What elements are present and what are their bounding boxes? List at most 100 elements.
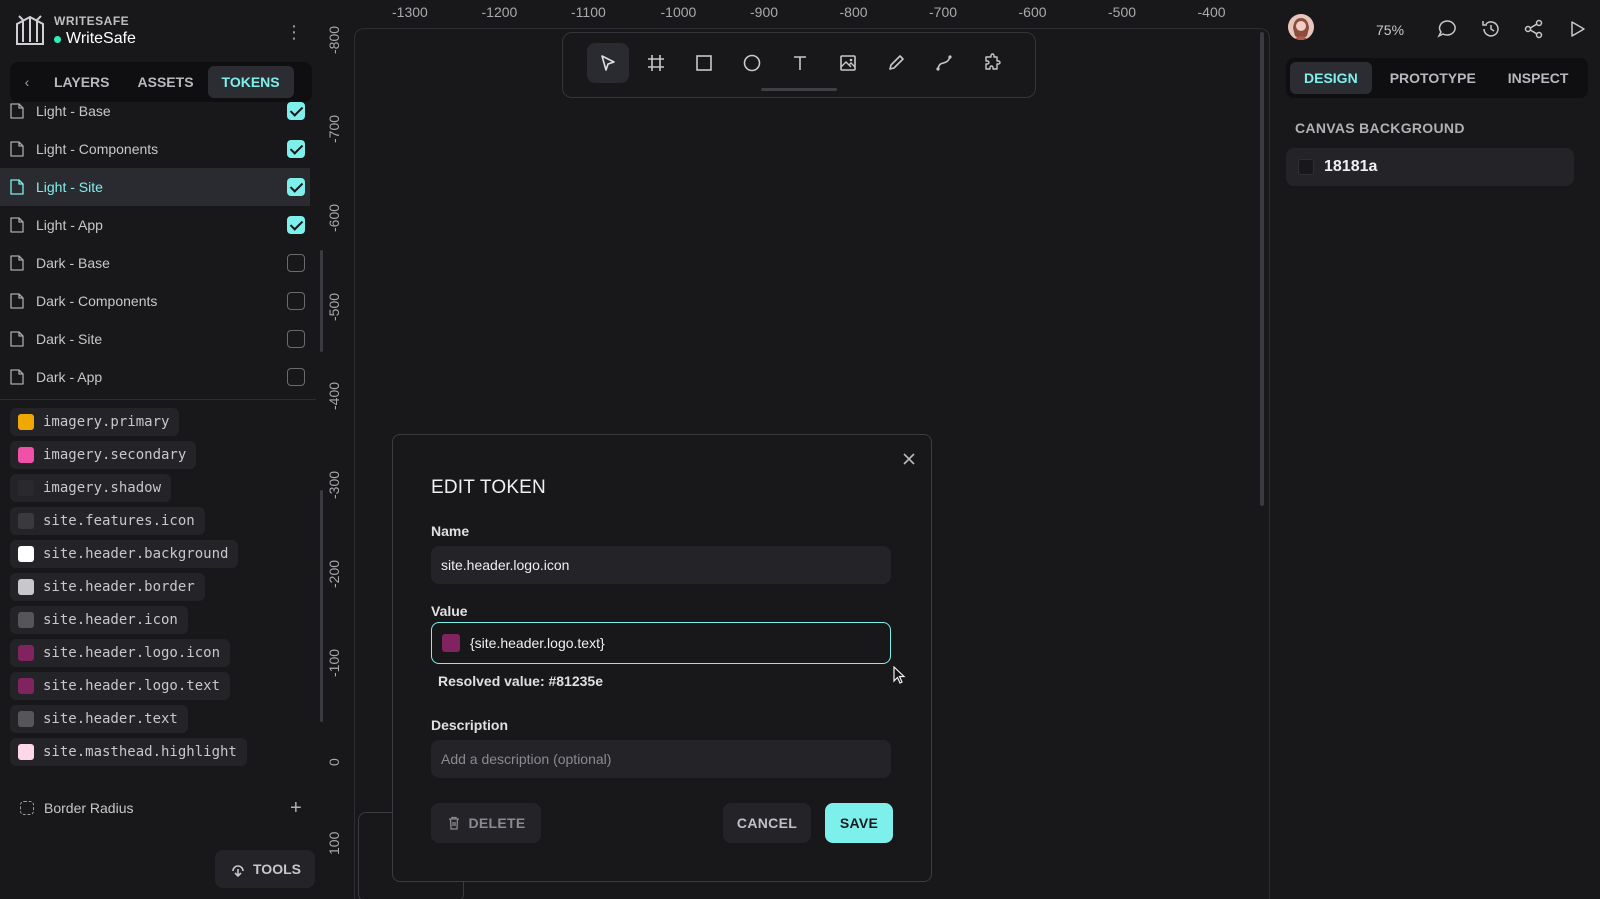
value-text: {site.header.logo.text}	[470, 635, 605, 651]
ruler-tick-label: -100	[326, 648, 342, 677]
more-options-icon[interactable]: ⋮	[284, 22, 304, 42]
token-set-checkbox[interactable]	[287, 254, 305, 272]
color-token-pill[interactable]: imagery.primary	[10, 408, 180, 436]
rectangle-tool[interactable]	[683, 43, 725, 83]
tab-inspect[interactable]: INSPECT	[1494, 62, 1583, 94]
color-token-pill[interactable]: site.header.text	[10, 705, 188, 733]
token-set-checkbox[interactable]	[287, 368, 305, 386]
token-set-checkbox[interactable]	[287, 292, 305, 310]
add-border-radius-icon[interactable]: +	[290, 797, 302, 820]
sets-scrollbar[interactable]	[320, 250, 323, 352]
token-set-row[interactable]: Dark - Base	[0, 244, 310, 282]
file-icon	[10, 255, 24, 271]
file-icon	[10, 331, 24, 347]
token-set-checkbox[interactable]	[287, 140, 305, 158]
color-token-pill[interactable]: imagery.secondary	[10, 441, 197, 469]
tools-icon	[232, 865, 244, 878]
color-token-pill[interactable]: imagery.shadow	[10, 474, 172, 502]
ruler-tick-label: -400	[326, 381, 342, 410]
mouse-cursor-icon	[893, 666, 906, 684]
border-radius-label: Border Radius	[44, 800, 134, 816]
token-set-row[interactable]: Dark - App	[0, 358, 310, 392]
ruler-tick-label: -800	[326, 25, 342, 54]
close-icon[interactable]	[899, 449, 919, 469]
token-set-row[interactable]: Light - Site	[0, 168, 310, 206]
ruler-tick-label: -600	[1018, 4, 1047, 20]
ruler-left: -800 -700 -600 -500 -400 -300 -200 -100 0 100	[326, 26, 350, 899]
project-name[interactable]: WriteSafe	[54, 30, 136, 48]
ruler-tick-label: -300	[326, 470, 342, 499]
divider	[0, 399, 316, 400]
token-label: site.header.logo.icon	[43, 645, 221, 661]
token-set-row[interactable]: Light - Base	[0, 92, 310, 130]
color-token-pill[interactable]: site.features.icon	[10, 507, 205, 535]
image-tool[interactable]	[827, 43, 869, 83]
pointer-tool[interactable]	[587, 43, 629, 83]
color-token-pill[interactable]: site.header.logo.text	[10, 672, 231, 700]
token-label: imagery.primary	[43, 414, 170, 430]
token-set-row[interactable]: Dark - Components	[0, 282, 310, 320]
path-tool[interactable]	[923, 43, 965, 83]
canvas-scrollbar[interactable]	[1260, 32, 1264, 506]
value-field[interactable]: {site.header.logo.text}	[431, 622, 891, 664]
tab-design[interactable]: DESIGN	[1290, 62, 1372, 94]
ruler-tick-label: -1300	[392, 4, 428, 20]
color-token-pill[interactable]: site.header.logo.icon	[10, 639, 231, 667]
token-set-label: Dark - Base	[36, 255, 110, 271]
token-set-label: Dark - Site	[36, 331, 103, 347]
tab-prototype[interactable]: PROTOTYPE	[1376, 62, 1490, 94]
file-icon	[10, 179, 24, 195]
ruler-tick-label: -400	[1197, 4, 1226, 20]
border-radius-group[interactable]: Border Radius +	[20, 796, 310, 820]
ellipse-tool[interactable]	[731, 43, 773, 83]
delete-button[interactable]: DELETE	[431, 803, 541, 843]
token-set-checkbox[interactable]	[287, 330, 305, 348]
dialog-title: EDIT TOKEN	[431, 477, 546, 498]
color-token-pill[interactable]: site.header.border	[10, 573, 205, 601]
token-set-checkbox[interactable]	[287, 178, 305, 196]
token-set-label: Light - Base	[36, 103, 111, 119]
ruler-tick-label: -1100	[571, 4, 606, 20]
token-set-checkbox[interactable]	[287, 216, 305, 234]
cancel-button[interactable]: CANCEL	[723, 803, 811, 843]
project-name-label: WriteSafe	[66, 30, 136, 47]
description-field[interactable]	[431, 740, 891, 778]
history-icon[interactable]	[1480, 18, 1502, 40]
zoom-level[interactable]: 75%	[1376, 22, 1404, 38]
tokens-scrollbar[interactable]	[320, 490, 323, 722]
brand-team-label: WRITESAFE	[54, 14, 130, 28]
token-set-checkbox[interactable]	[287, 102, 305, 120]
ruler-tick-label: -700	[326, 114, 342, 143]
ruler-tick-label: -1200	[481, 4, 518, 20]
file-icon	[10, 103, 24, 119]
token-set-row[interactable]: Dark - Site	[0, 320, 310, 358]
play-icon[interactable]	[1566, 18, 1588, 40]
token-label: site.header.background	[43, 546, 229, 562]
pointer-icon	[601, 55, 615, 71]
canvas-background-field[interactable]: 18181a	[1286, 148, 1574, 186]
file-icon	[10, 369, 24, 385]
plugin-tool[interactable]	[971, 43, 1013, 83]
share-icon[interactable]	[1523, 18, 1545, 40]
ellipse-icon	[743, 54, 761, 72]
writesafe-logo-icon	[16, 15, 44, 45]
token-set-row[interactable]: Light - Components	[0, 130, 310, 168]
tools-button[interactable]: TOOLS	[215, 850, 315, 888]
comments-icon[interactable]	[1436, 18, 1458, 40]
toolbar-drag-handle[interactable]	[761, 88, 837, 91]
color-token-pill[interactable]: site.header.icon	[10, 606, 188, 634]
resolved-value: Resolved value: #81235e	[438, 673, 603, 689]
color-token-pill[interactable]: site.masthead.highlight	[10, 738, 247, 766]
save-button[interactable]: SAVE	[825, 803, 893, 843]
board-tool[interactable]	[635, 43, 677, 83]
left-sidebar: WRITESAFE WriteSafe ⋮ ‹ LAYERS ASSETS TO…	[0, 0, 316, 899]
text-tool[interactable]	[779, 43, 821, 83]
token-set-label: Light - App	[36, 217, 103, 233]
name-field[interactable]	[431, 546, 891, 584]
token-set-row[interactable]: Light - App	[0, 206, 310, 244]
color-token-pill[interactable]: site.header.background	[10, 540, 239, 568]
token-label: imagery.secondary	[43, 447, 187, 463]
pencil-tool[interactable]	[875, 43, 917, 83]
avatar[interactable]	[1288, 14, 1314, 40]
canvas-background-swatch[interactable]	[1298, 159, 1314, 175]
